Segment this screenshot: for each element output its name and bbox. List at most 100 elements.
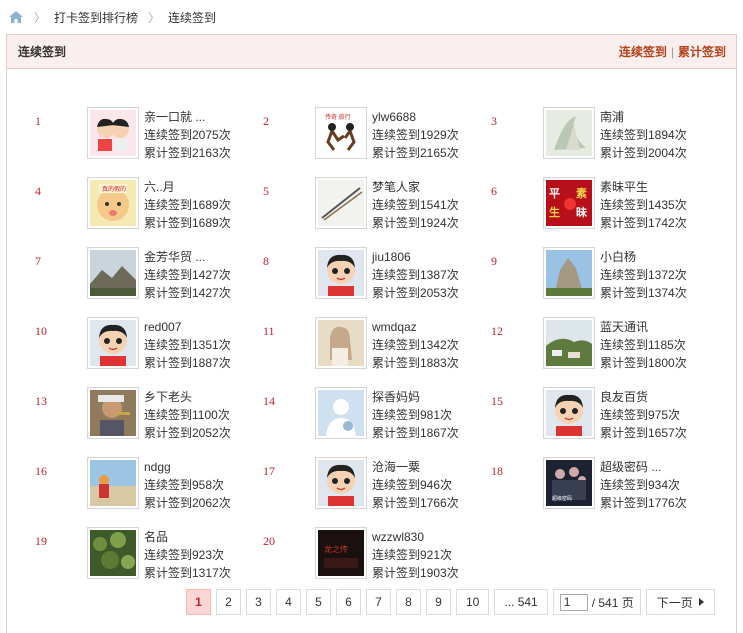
home-icon[interactable] [8, 10, 24, 24]
next-page-label: 下一页 [656, 595, 693, 610]
page-3[interactable]: 3 [246, 589, 271, 615]
avatar[interactable] [315, 387, 367, 439]
username-link[interactable]: 亲一口就 ... [144, 108, 231, 126]
avatar[interactable] [87, 457, 139, 509]
page-9[interactable]: 9 [426, 589, 451, 615]
avatar-image [318, 460, 364, 506]
total-count: 累计签到1427次 [144, 286, 231, 300]
avatar[interactable]: 平生 素昧 [543, 177, 595, 229]
ranking-entry: 7 金芳华贸 ... 连续签到1427次 累计签到1427次 [35, 247, 263, 317]
total-link[interactable]: 累计签到 [678, 45, 726, 59]
avatar[interactable] [315, 247, 367, 299]
page-1[interactable]: 1 [186, 589, 211, 615]
avatar[interactable] [87, 527, 139, 579]
username-link[interactable]: 沧海一粟 [372, 458, 459, 476]
username-link[interactable]: 蓝天通讯 [600, 318, 687, 336]
username-link[interactable]: ndgg [144, 458, 231, 476]
username-link[interactable]: jiu1806 [372, 248, 459, 266]
entry-info: 良友百货 连续签到975次 累计签到1657次 [600, 388, 687, 442]
avatar[interactable] [543, 247, 595, 299]
rank-number: 2 [263, 114, 269, 128]
avatar[interactable] [87, 317, 139, 369]
entry-info: 金芳华贸 ... 连续签到1427次 累计签到1427次 [144, 248, 231, 302]
username-link[interactable]: 良友百货 [600, 388, 687, 406]
entry-info: jiu1806 连续签到1387次 累计签到2053次 [372, 248, 459, 302]
username-link[interactable]: ylw6688 [372, 108, 459, 126]
page-input[interactable]: 1 [559, 593, 588, 611]
avatar[interactable] [543, 387, 595, 439]
avatar[interactable] [315, 317, 367, 369]
avatar-image [546, 250, 592, 296]
page-6[interactable]: 6 [336, 589, 361, 615]
next-page-button[interactable]: 下一页 [645, 589, 715, 615]
avatar[interactable]: 超级密码 [543, 457, 595, 509]
page-5[interactable]: 5 [306, 589, 331, 615]
total-count: 累计签到1903次 [372, 566, 459, 580]
total-count: 累计签到2004次 [600, 146, 687, 160]
breadcrumb-checkin-ranking[interactable]: 打卡签到排行榜 [54, 9, 138, 26]
rank-number: 12 [491, 324, 503, 338]
username-link[interactable]: 乡下老头 [144, 388, 231, 406]
consecutive-count: 连续签到1351次 [144, 338, 231, 352]
avatar-image: 平生 素昧 [546, 180, 592, 226]
ranking-entry: 12 蓝天通讯 连续签到1185次 累计签到1800次 [491, 317, 719, 387]
ranking-entry: 18 超级密码 超级密码 ... 连续签到934次 累计签到1776次 [491, 457, 719, 527]
total-count: 累计签到1883次 [372, 356, 459, 370]
avatar[interactable] [87, 387, 139, 439]
consecutive-count: 连续签到1185次 [600, 338, 686, 352]
username-link[interactable]: 超级密码 ... [600, 458, 687, 476]
rank-number: 17 [263, 464, 275, 478]
consecutive-count: 连续签到1435次 [600, 198, 687, 212]
avatar[interactable] [87, 107, 139, 159]
entry-info: 名品 连续签到923次 累计签到1317次 [144, 528, 231, 582]
consecutive-count: 连续签到921次 [372, 548, 453, 562]
username-link[interactable]: wzzwl830 [372, 528, 459, 546]
page-jump: 1 / 541 页 [552, 589, 641, 615]
avatar-image [318, 180, 364, 226]
username-link[interactable]: 金芳华贸 ... [144, 248, 231, 266]
username-link[interactable]: 六..月 [144, 178, 231, 196]
rank-number: 5 [263, 184, 269, 198]
total-count: 累计签到1657次 [600, 426, 687, 440]
avatar[interactable] [315, 457, 367, 509]
avatar-image: 超级密码 [546, 460, 592, 506]
avatar[interactable] [315, 177, 367, 229]
page-4[interactable]: 4 [276, 589, 301, 615]
page-7[interactable]: 7 [366, 589, 391, 615]
ranking-entry: 8 jiu1806 连续签到1387次 累计签到2053次 [263, 247, 491, 317]
username-link[interactable]: 小白杨 [600, 248, 687, 266]
rank-number: 10 [35, 324, 47, 338]
username-link[interactable]: 梦笔人家 [372, 178, 459, 196]
avatar-image [546, 320, 592, 366]
entry-info: wmdqaz 连续签到1342次 累计签到1883次 [372, 318, 459, 372]
username-link[interactable]: 名品 [144, 528, 231, 546]
pagination: 1 2 3 4 5 6 7 8 9 10 ... 541 1 / 541 页 下… [186, 589, 715, 615]
page-10[interactable]: 10 [456, 589, 490, 615]
avatar-image [318, 390, 364, 436]
avatar[interactable]: 传奇 旅行 [315, 107, 367, 159]
avatar[interactable] [543, 107, 595, 159]
ranking-type-links: 连续签到 | 累计签到 [619, 43, 726, 60]
avatar[interactable]: 真的假的 [87, 177, 139, 229]
consecutive-count: 连续签到1894次 [600, 128, 687, 142]
avatar[interactable]: 龙之传 [315, 527, 367, 579]
avatar[interactable] [543, 317, 595, 369]
ranking-entry: 17 沧海一粟 连续签到946次 累计签到1766次 [263, 457, 491, 527]
username-link[interactable]: red007 [144, 318, 231, 336]
username-link[interactable]: wmdqaz [372, 318, 459, 336]
svg-text:超级密码: 超级密码 [552, 495, 572, 502]
username-link[interactable]: 南浦 [600, 108, 687, 126]
page-2[interactable]: 2 [216, 589, 241, 615]
consecutive-link[interactable]: 连续签到 [619, 45, 667, 59]
username-link[interactable]: 探香妈妈 [372, 388, 459, 406]
username-link[interactable]: 素昧平生 [600, 178, 687, 196]
total-count: 累计签到1776次 [600, 496, 687, 510]
avatar[interactable] [87, 247, 139, 299]
total-count: 累计签到2165次 [372, 146, 459, 160]
ranking-entry: 11 wmdqaz 连续签到1342次 累计签到1883次 [263, 317, 491, 387]
page-last[interactable]: ... 541 [494, 589, 548, 615]
entry-info: red007 连续签到1351次 累计签到1887次 [144, 318, 231, 372]
page-8[interactable]: 8 [396, 589, 421, 615]
total-count: 累计签到1924次 [372, 216, 459, 230]
consecutive-count: 连续签到1100次 [144, 408, 230, 422]
